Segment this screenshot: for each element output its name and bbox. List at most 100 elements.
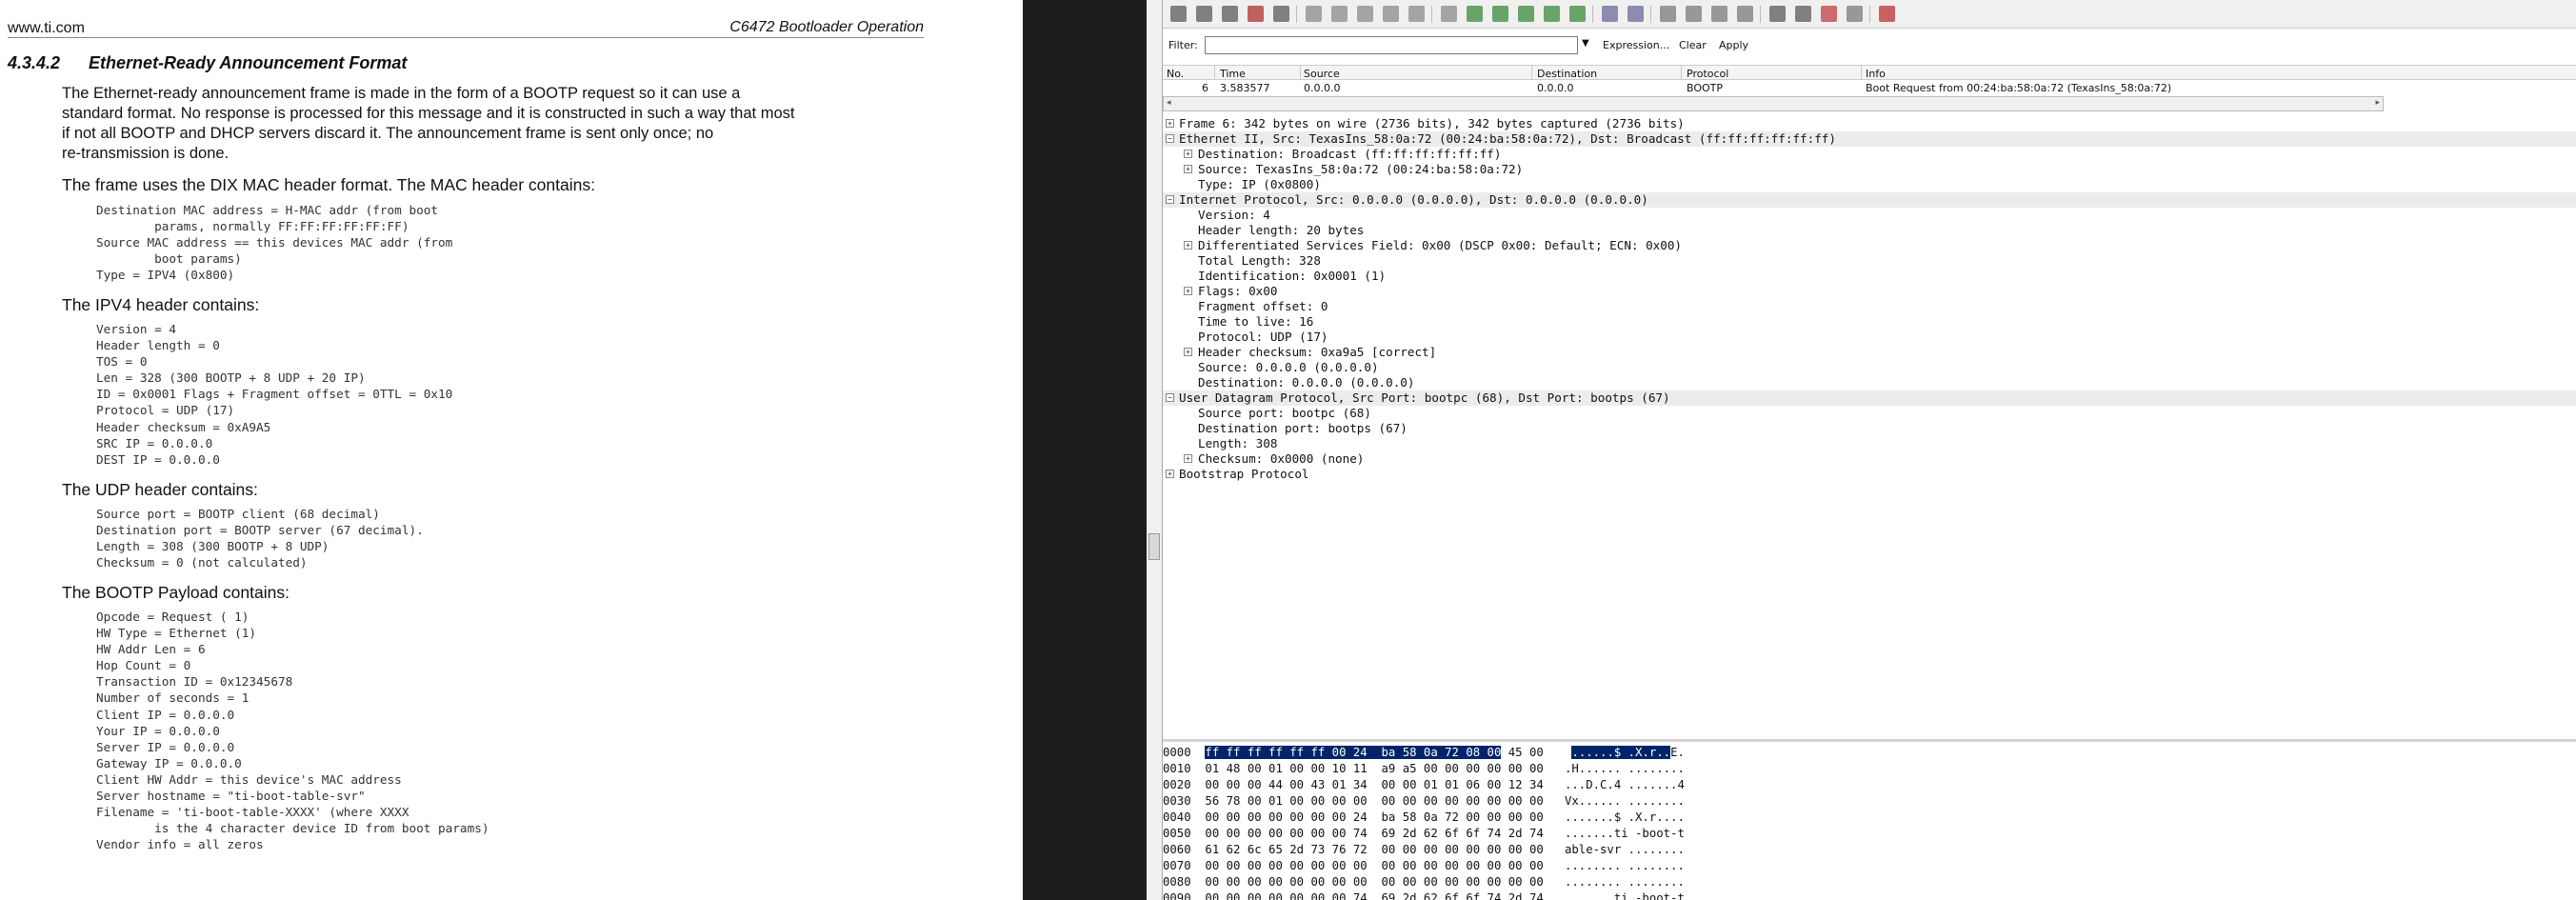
coloring-rules-icon[interactable] [1821, 6, 1837, 22]
filter-dropdown-icon[interactable]: ▼ [1582, 38, 1589, 49]
tree-field-node[interactable]: Type: IP (0x0800) [1163, 177, 2576, 192]
code-line: Header checksum = 0xA9A5 [96, 419, 271, 434]
hex-row[interactable]: 0030 56 78 00 01 00 00 00 00 00 00 00 00… [1163, 793, 1685, 809]
reload-icon[interactable] [1383, 6, 1399, 22]
hex-row[interactable]: 0010 01 48 00 01 00 00 10 11 a9 a5 00 00… [1163, 761, 1685, 776]
go-first-icon[interactable] [1544, 6, 1560, 22]
apply-button[interactable]: Apply [1719, 39, 1748, 51]
column-header-no[interactable]: No. [1167, 68, 1184, 80]
scroll-right-icon[interactable]: ▸ [2375, 98, 2380, 108]
tree-field-node[interactable]: Destination: 0.0.0.0 (0.0.0.0) [1163, 375, 2576, 390]
hex-row[interactable]: 0040 00 00 00 00 00 00 00 24 ba 58 0a 72… [1163, 810, 1685, 825]
tree-field-node[interactable]: Fragment offset: 0 [1163, 299, 2576, 314]
tree-field-node[interactable]: Header length: 20 bytes [1163, 223, 2576, 238]
zoom-out-icon[interactable] [1686, 6, 1702, 22]
column-header-protocol[interactable]: Protocol [1687, 68, 1728, 80]
hex-row[interactable]: 0050 00 00 00 00 00 00 00 74 69 2d 62 6f… [1163, 826, 1685, 841]
tree-field-node[interactable]: Version: 4 [1163, 208, 2576, 223]
column-header-time[interactable]: Time [1220, 68, 1246, 80]
tree-field-node[interactable]: + Flags: 0x00 [1163, 284, 2576, 299]
tree-field-node[interactable]: Total Length: 328 [1163, 253, 2576, 269]
resize-columns-icon[interactable] [1737, 6, 1753, 22]
capture-options-icon[interactable] [1196, 6, 1212, 22]
ascii-text: ...D.C.4 .......4 [1565, 778, 1685, 791]
site-url[interactable]: www.ti.com [8, 20, 85, 37]
tree-field-node[interactable]: Identification: 0x0001 (1) [1163, 269, 2576, 284]
zoom-in-icon[interactable] [1660, 6, 1676, 22]
tree-field-node[interactable]: Destination port: bootps (67) [1163, 421, 2576, 436]
hex-bytes: 00 00 00 00 00 00 00 74 69 2d 62 6f 6f 7… [1205, 891, 1565, 900]
find-packet-icon[interactable] [1441, 6, 1457, 22]
expand-icon[interactable]: + [1184, 287, 1192, 295]
close-file-icon[interactable] [1357, 6, 1373, 22]
collapse-icon[interactable]: − [1166, 134, 1174, 143]
scrollbar-thumb[interactable] [1148, 533, 1160, 560]
go-forward-icon[interactable] [1492, 6, 1508, 22]
column-header-info[interactable]: Info [1866, 68, 1886, 80]
expand-icon[interactable]: + [1166, 470, 1174, 478]
help-icon[interactable] [1879, 6, 1895, 22]
code-line: Checksum = 0 (not calculated) [96, 555, 308, 570]
column-header-destination[interactable]: Destination [1537, 68, 1597, 80]
tree-field-node[interactable]: + Source: TexasIns_58:0a:72 (00:24:ba:58:… [1163, 162, 2576, 177]
tree-protocol-node[interactable]: − Internet Protocol, Src: 0.0.0.0 (0.0.0.… [1163, 192, 2576, 208]
code-line: HW Addr Len = 6 [96, 642, 206, 657]
packet-row[interactable]: 6 3.583577 0.0.0.0 0.0.0.0 BOOTP Boot Re… [1163, 80, 2576, 95]
stop-capture-icon[interactable] [1248, 6, 1264, 22]
go-to-packet-icon[interactable] [1518, 6, 1534, 22]
packet-destination: 0.0.0.0 [1537, 82, 1574, 94]
restart-capture-icon[interactable] [1273, 6, 1289, 22]
expand-icon[interactable]: + [1184, 348, 1192, 356]
scroll-left-icon[interactable]: ◂ [1167, 98, 1171, 108]
tree-field-node[interactable]: + Checksum: 0x0000 (none) [1163, 451, 2576, 467]
hex-row[interactable]: 0000 ff ff ff ff ff ff 00 24 ba 58 0a 72… [1163, 745, 1685, 760]
expand-icon[interactable]: + [1184, 165, 1192, 173]
hex-row[interactable]: 0060 61 62 6c 65 2d 73 76 72 00 00 00 00… [1163, 842, 1685, 857]
tree-field-node[interactable]: + Differentiated Services Field: 0x00 (DS… [1163, 238, 2576, 253]
expand-icon[interactable]: + [1166, 119, 1174, 128]
start-capture-icon[interactable] [1222, 6, 1238, 22]
hex-bytes: 56 78 00 01 00 00 00 00 00 00 00 00 00 0… [1205, 794, 1565, 808]
zoom-normal-icon[interactable] [1711, 6, 1727, 22]
colorize-icon[interactable] [1602, 6, 1618, 22]
save-file-icon[interactable] [1331, 6, 1348, 22]
tree-protocol-node[interactable]: − User Datagram Protocol, Src Port: bootp… [1163, 390, 2576, 406]
expand-icon[interactable]: + [1184, 454, 1192, 463]
tree-field-node[interactable]: Length: 308 [1163, 436, 2576, 451]
preferences-icon[interactable] [1847, 6, 1863, 22]
go-back-icon[interactable] [1467, 6, 1483, 22]
expression-button[interactable]: Expression... [1603, 39, 1669, 51]
clear-button[interactable]: Clear [1679, 39, 1707, 51]
interface-list-icon[interactable] [1170, 6, 1187, 22]
tree-field-node[interactable]: + Destination: Broadcast (ff:ff:ff:ff:ff:… [1163, 147, 2576, 162]
collapse-icon[interactable]: − [1166, 393, 1174, 402]
expand-icon[interactable]: + [1184, 150, 1192, 158]
pdf-document-page: www.ti.com C6472 Bootloader Operation 4.… [0, 0, 1023, 900]
go-last-icon[interactable] [1569, 6, 1586, 22]
tree-protocol-node[interactable]: − Ethernet II, Src: TexasIns_58:0a:72 (00… [1163, 131, 2576, 147]
capture-filters-icon[interactable] [1769, 6, 1786, 22]
hex-row[interactable]: 0020 00 00 00 44 00 43 01 34 00 00 01 01… [1163, 777, 1685, 792]
column-header-source[interactable]: Source [1304, 68, 1340, 80]
hex-row[interactable]: 0080 00 00 00 00 00 00 00 00 00 00 00 00… [1163, 874, 1685, 890]
display-filters-icon[interactable] [1795, 6, 1811, 22]
tree-field-node[interactable]: Source port: bootpc (68) [1163, 406, 2576, 421]
hex-row[interactable]: 0090 00 00 00 00 00 00 00 74 69 2d 62 6f… [1163, 890, 1685, 900]
expand-icon[interactable]: + [1184, 241, 1192, 250]
print-icon[interactable] [1408, 6, 1425, 22]
packet-list-hscrollbar[interactable]: ◂ ▸ [1163, 96, 2384, 111]
tree-protocol-node[interactable]: + Frame 6: 342 bytes on wire (2736 bits),… [1163, 116, 2576, 131]
left-scrollbar[interactable] [1147, 0, 1163, 900]
open-file-icon[interactable] [1306, 6, 1322, 22]
tree-field-node[interactable]: Protocol: UDP (17) [1163, 330, 2576, 345]
collapse-icon[interactable]: − [1166, 195, 1174, 204]
hex-row[interactable]: 0070 00 00 00 00 00 00 00 00 00 00 00 00… [1163, 858, 1685, 873]
code-line: Vendor info = all zeros [96, 837, 264, 852]
tree-protocol-node[interactable]: + Bootstrap Protocol [1163, 467, 2576, 482]
autoscroll-icon[interactable] [1627, 6, 1644, 22]
tree-field-node[interactable]: + Header checksum: 0xa9a5 [correct] [1163, 345, 2576, 360]
filter-input[interactable] [1205, 36, 1578, 54]
pane-splitter[interactable] [1163, 739, 2576, 742]
tree-field-node[interactable]: Source: 0.0.0.0 (0.0.0.0) [1163, 360, 2576, 375]
tree-field-node[interactable]: Time to live: 16 [1163, 314, 2576, 330]
